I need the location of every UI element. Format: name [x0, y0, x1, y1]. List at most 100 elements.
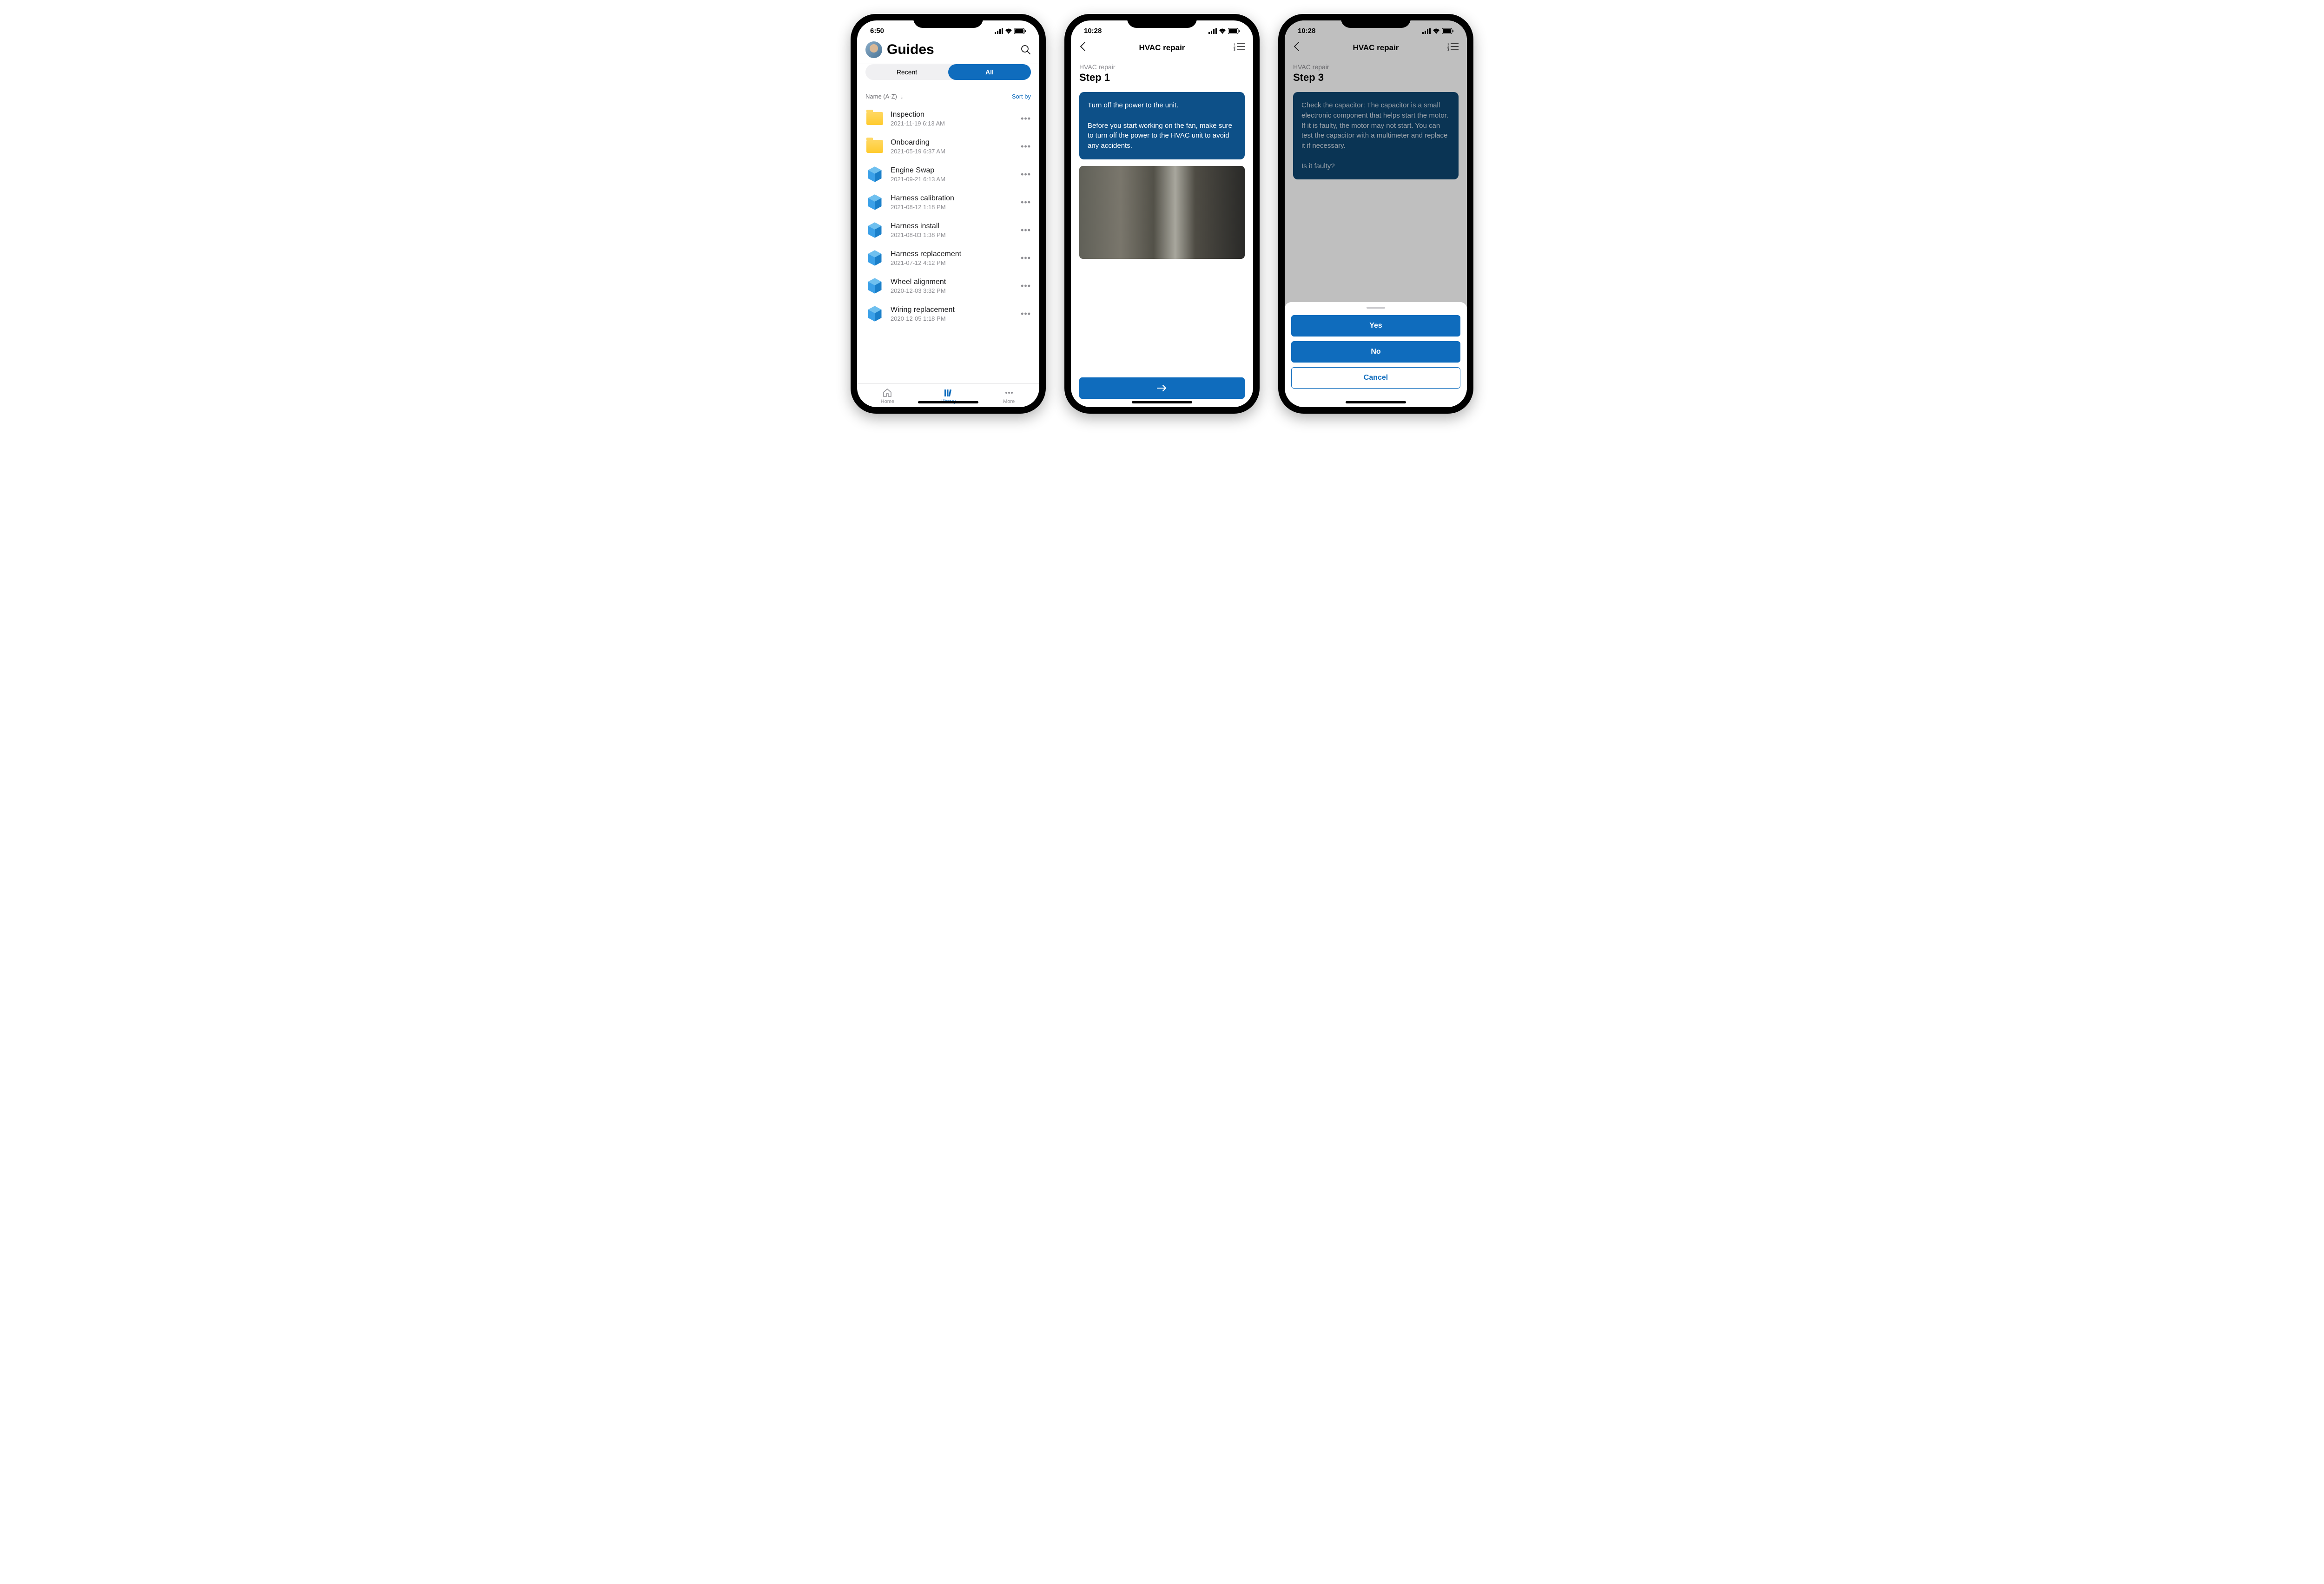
sort-label[interactable]: Name (A-Z) ↓ — [865, 93, 904, 100]
no-button[interactable]: No — [1291, 341, 1460, 363]
item-name: Harness calibration — [891, 194, 1014, 203]
next-button[interactable] — [1079, 377, 1245, 399]
status-bar: 10:28 — [1285, 20, 1467, 39]
wifi-icon — [1219, 28, 1226, 34]
phone-step3: 10:28 HVAC repair 123 HVAC repair Step 3… — [1278, 14, 1473, 414]
folder-icon — [865, 137, 884, 156]
list-item[interactable]: Wheel alignment 2020-12-03 3:32 PM ••• — [857, 272, 1039, 300]
header: HVAC repair 123 — [1285, 39, 1467, 59]
more-icon[interactable]: ••• — [1021, 309, 1031, 319]
item-name: Harness replacement — [891, 250, 1014, 258]
item-date: 2020-12-03 3:32 PM — [891, 287, 1014, 294]
yes-button[interactable]: Yes — [1291, 315, 1460, 337]
item-date: 2021-07-12 4:12 PM — [891, 259, 1014, 266]
list-item[interactable]: Harness calibration 2021-08-12 1:18 PM •… — [857, 188, 1039, 216]
steps-list-icon[interactable]: 123 — [1447, 42, 1459, 53]
library-icon — [943, 388, 953, 398]
arrow-right-icon — [1156, 384, 1168, 392]
segment-all[interactable]: All — [948, 64, 1031, 80]
tab-more[interactable]: More — [978, 388, 1039, 404]
header-title: HVAC repair — [1090, 43, 1234, 53]
page-title: Guides — [887, 42, 1016, 58]
home-indicator[interactable] — [1132, 401, 1192, 403]
wifi-icon — [1005, 28, 1012, 34]
list-item[interactable]: Harness install 2021-08-03 1:38 PM ••• — [857, 216, 1039, 244]
status-bar: 10:28 — [1071, 20, 1253, 39]
list-item[interactable]: Engine Swap 2021-09-21 6:13 AM ••• — [857, 160, 1039, 188]
tab-home[interactable]: Home — [857, 388, 918, 404]
item-name: Inspection — [891, 111, 1014, 119]
sort-row: Name (A-Z) ↓ Sort by — [857, 86, 1039, 105]
guide-icon — [865, 277, 884, 295]
back-icon[interactable] — [1293, 41, 1304, 54]
guide-icon — [865, 249, 884, 267]
battery-icon — [1442, 28, 1454, 34]
action-sheet: Yes No Cancel — [1285, 302, 1467, 407]
guide-icon — [865, 193, 884, 211]
status-bar: 6:50 — [857, 20, 1039, 39]
more-icon[interactable]: ••• — [1021, 170, 1031, 179]
guides-list[interactable]: Inspection 2021-11-19 6:13 AM ••• Onboar… — [857, 105, 1039, 383]
more-icon[interactable]: ••• — [1021, 281, 1031, 291]
instruction-card: Check the capacitor: The capacitor is a … — [1293, 92, 1459, 179]
item-name: Harness install — [891, 222, 1014, 231]
screen-step1: 10:28 HVAC repair 123 HVAC repair Step 1… — [1071, 20, 1253, 407]
list-item[interactable]: Harness replacement 2021-07-12 4:12 PM •… — [857, 244, 1039, 272]
segmented-control: Recent All — [865, 64, 1031, 80]
item-name: Wheel alignment — [891, 278, 1014, 286]
folder-icon — [865, 109, 884, 128]
status-time: 6:50 — [870, 27, 884, 35]
more-icon[interactable]: ••• — [1021, 198, 1031, 207]
more-icon[interactable]: ••• — [1021, 225, 1031, 235]
cellular-icon — [1422, 28, 1431, 34]
svg-text:3: 3 — [1234, 48, 1235, 51]
more-icon — [1004, 388, 1014, 398]
guide-icon — [865, 165, 884, 184]
item-date: 2021-11-19 6:13 AM — [891, 120, 1014, 127]
list-item[interactable]: Onboarding 2021-05-19 6:37 AM ••• — [857, 132, 1039, 160]
home-indicator[interactable] — [918, 401, 978, 403]
cancel-button[interactable]: Cancel — [1291, 367, 1460, 389]
cellular-icon — [995, 28, 1003, 34]
step-title: Step 3 — [1285, 71, 1467, 90]
list-item[interactable]: Wiring replacement 2020-12-05 1:18 PM ••… — [857, 300, 1039, 328]
screen-step3: 10:28 HVAC repair 123 HVAC repair Step 3… — [1285, 20, 1467, 407]
item-date: 2021-05-19 6:37 AM — [891, 148, 1014, 155]
search-icon[interactable] — [1021, 45, 1031, 55]
breadcrumb: HVAC repair — [1285, 59, 1467, 71]
item-name: Engine Swap — [891, 166, 1014, 175]
status-time: 10:28 — [1298, 27, 1315, 35]
item-date: 2020-12-05 1:18 PM — [891, 315, 1014, 322]
svg-text:3: 3 — [1447, 48, 1449, 51]
phone-step1: 10:28 HVAC repair 123 HVAC repair Step 1… — [1064, 14, 1260, 414]
more-icon[interactable]: ••• — [1021, 253, 1031, 263]
item-name: Wiring replacement — [891, 306, 1014, 314]
screen-library: 6:50 Guides Recent All Name (A-Z) ↓ Sort… — [857, 20, 1039, 407]
battery-icon — [1228, 28, 1240, 34]
steps-list-icon[interactable]: 123 — [1234, 42, 1245, 53]
list-item[interactable]: Inspection 2021-11-19 6:13 AM ••• — [857, 105, 1039, 132]
instruction-card: Turn off the power to the unit. Before y… — [1079, 92, 1245, 159]
home-icon — [882, 388, 892, 398]
tab-bar: Home Library More — [857, 383, 1039, 407]
item-name: Onboarding — [891, 139, 1014, 147]
home-indicator[interactable] — [1346, 401, 1406, 403]
more-icon[interactable]: ••• — [1021, 114, 1031, 124]
breadcrumb: HVAC repair — [1071, 59, 1253, 71]
more-icon[interactable]: ••• — [1021, 142, 1031, 152]
status-time: 10:28 — [1084, 27, 1102, 35]
item-date: 2021-08-12 1:18 PM — [891, 204, 1014, 211]
sort-by-button[interactable]: Sort by — [1012, 93, 1031, 100]
avatar[interactable] — [865, 41, 882, 58]
sheet-grabber[interactable] — [1367, 307, 1385, 309]
back-icon[interactable] — [1079, 41, 1090, 54]
segment-recent[interactable]: Recent — [865, 64, 948, 80]
header: Guides — [857, 39, 1039, 64]
header: HVAC repair 123 — [1071, 39, 1253, 59]
phone-library: 6:50 Guides Recent All Name (A-Z) ↓ Sort… — [851, 14, 1046, 414]
status-icons — [995, 28, 1026, 34]
item-date: 2021-08-03 1:38 PM — [891, 231, 1014, 238]
step-title: Step 1 — [1071, 71, 1253, 90]
step-photo[interactable] — [1079, 166, 1245, 259]
status-icons — [1422, 28, 1454, 34]
